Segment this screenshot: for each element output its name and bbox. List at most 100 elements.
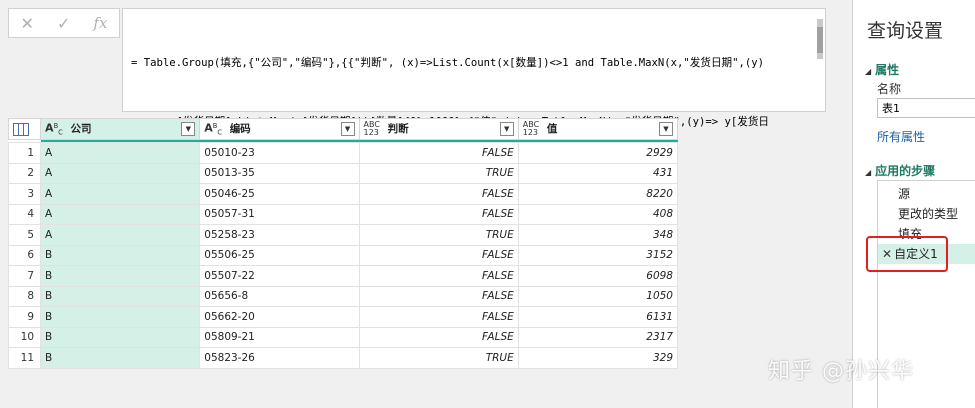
check-icon[interactable]: ✓	[57, 14, 70, 33]
step-changed-type[interactable]: 更改的类型	[878, 204, 975, 224]
table-row[interactable]: 3 A 05046-25 FALSE 8220	[7, 183, 679, 205]
cell-code[interactable]: 05506-25	[199, 244, 360, 266]
table-row[interactable]: 10 B 05809-21 FALSE 2317	[7, 326, 679, 348]
column-header-value[interactable]: ABC 123 值 ▼	[517, 118, 679, 140]
name-label: 名称	[877, 82, 902, 96]
filter-dropdown-icon[interactable]: ▼	[181, 122, 196, 136]
cell-code[interactable]: 05057-31	[199, 203, 360, 225]
cell-code[interactable]: 05507-22	[199, 265, 360, 287]
formula-scroll-thumb[interactable]	[817, 27, 823, 53]
row-number[interactable]: 11	[7, 347, 42, 369]
cell-company[interactable]: B	[40, 244, 201, 266]
column-header-code[interactable]: ABC 编码 ▼	[199, 118, 360, 140]
data-grid: ABC 公司 ▼ ABC 编码 ▼ ABC123 判断 ▼ ABC123 值	[7, 118, 679, 369]
highlight-box	[866, 236, 948, 272]
cell-value[interactable]: 2929	[517, 142, 679, 164]
text-type-icon: ABC	[45, 121, 63, 137]
cell-value[interactable]: 6098	[517, 265, 679, 287]
table-row[interactable]: 7 B 05507-22 FALSE 6098	[7, 265, 679, 287]
cell-value[interactable]: 408	[517, 203, 679, 225]
table-row[interactable]: 2 A 05013-35 TRUE 431	[7, 162, 679, 184]
cell-company[interactable]: B	[40, 265, 201, 287]
cell-company[interactable]: A	[40, 162, 201, 184]
column-label: 编码	[229, 123, 251, 136]
cell-code[interactable]: 05823-26	[199, 347, 360, 369]
filter-dropdown-icon[interactable]: ▼	[499, 122, 514, 136]
cell-judge[interactable]: FALSE	[358, 203, 519, 225]
column-header-company[interactable]: ABC 公司 ▼	[40, 118, 201, 140]
table-row[interactable]: 1 A 05010-23 FALSE 2929	[7, 142, 679, 164]
row-number[interactable]: 5	[7, 224, 42, 246]
row-number[interactable]: 4	[7, 203, 42, 225]
table-row[interactable]: 5 A 05258-23 TRUE 348	[7, 224, 679, 246]
cell-judge[interactable]: FALSE	[358, 285, 519, 307]
cell-judge[interactable]: TRUE	[358, 162, 519, 184]
table-row[interactable]: 8 B 05656-8 FALSE 1050	[7, 285, 679, 307]
cell-judge[interactable]: FALSE	[358, 326, 519, 348]
cell-company[interactable]: A	[40, 224, 201, 246]
column-label: 判断	[387, 123, 409, 135]
cell-code[interactable]: 05662-20	[199, 306, 360, 328]
row-number[interactable]: 1	[7, 142, 42, 164]
close-icon[interactable]: ✕	[21, 14, 34, 33]
all-properties-link[interactable]: 所有属性	[877, 128, 925, 145]
formula-bar[interactable]: = Table.Group(填充,{"公司","编码"},{{"判断", (x)…	[122, 8, 826, 186]
cell-value[interactable]: 3152	[517, 244, 679, 266]
row-number[interactable]: 7	[7, 265, 42, 287]
cell-value[interactable]: 431	[517, 162, 679, 184]
cell-company[interactable]: B	[40, 306, 201, 328]
properties-header[interactable]: 属性	[865, 61, 899, 78]
column-label: 值	[546, 123, 558, 135]
formula-icons: ✕ ✓ fx	[8, 8, 120, 38]
cell-code[interactable]: 05258-23	[199, 224, 360, 246]
cell-judge[interactable]: FALSE	[358, 183, 519, 205]
cell-value[interactable]: 8220	[517, 183, 679, 205]
cell-value[interactable]: 2317	[517, 326, 679, 348]
row-number[interactable]: 6	[7, 244, 42, 266]
cell-company[interactable]: B	[40, 347, 201, 369]
fx-icon[interactable]: fx	[93, 14, 107, 32]
row-number[interactable]: 8	[7, 285, 42, 307]
cell-code[interactable]: 05656-8	[199, 285, 360, 307]
cell-value[interactable]: 329	[517, 347, 679, 369]
cell-judge[interactable]: FALSE	[358, 306, 519, 328]
cell-company[interactable]: A	[40, 203, 201, 225]
cell-judge[interactable]: TRUE	[358, 347, 519, 369]
cell-code[interactable]: 05046-25	[199, 183, 360, 205]
table-icon	[13, 122, 29, 136]
filter-dropdown-icon[interactable]: ▼	[659, 122, 673, 136]
cell-judge[interactable]: TRUE	[358, 224, 519, 246]
formula-line-1: = Table.Group(填充,{"公司","编码"},{{"判断", (x)…	[131, 57, 765, 69]
table-row[interactable]: 4 A 05057-31 FALSE 408	[7, 203, 679, 225]
cell-judge[interactable]: FALSE	[358, 265, 519, 287]
cell-code[interactable]: 05809-21	[199, 326, 360, 348]
editor-area: ✕ ✓ fx = Table.Group(填充,{"公司","编码"},{{"判…	[0, 0, 852, 408]
query-name-input[interactable]	[877, 98, 975, 118]
row-number[interactable]: 10	[7, 326, 42, 348]
text-type-icon: ABC	[204, 121, 223, 137]
cell-code[interactable]: 05010-23	[199, 142, 360, 164]
cell-value[interactable]: 1050	[517, 285, 679, 307]
column-header-judge[interactable]: ABC 123 判断 ▼	[358, 118, 519, 140]
cell-company[interactable]: A	[40, 142, 201, 164]
row-number[interactable]: 2	[7, 162, 42, 184]
cell-value[interactable]: 348	[517, 224, 679, 246]
cell-company[interactable]: B	[40, 285, 201, 307]
table-row[interactable]: 6 B 05506-25 FALSE 3152	[7, 244, 679, 266]
any-type-icon: ABC 123	[522, 120, 540, 137]
table-menu-button[interactable]	[7, 118, 42, 140]
table-row[interactable]: 11 B 05823-26 TRUE 329	[7, 347, 679, 369]
cell-value[interactable]: 6131	[517, 306, 679, 328]
cell-company[interactable]: B	[40, 326, 201, 348]
applied-steps-header[interactable]: 应用的步骤	[865, 162, 935, 179]
cell-code[interactable]: 05013-35	[199, 162, 360, 184]
row-number[interactable]: 9	[7, 306, 42, 328]
cell-judge[interactable]: FALSE	[358, 142, 519, 164]
cell-company[interactable]: A	[40, 183, 201, 205]
row-number[interactable]: 3	[7, 183, 42, 205]
cell-judge[interactable]: FALSE	[358, 244, 519, 266]
watermark: 知乎 @孙兴华	[768, 359, 914, 384]
filter-dropdown-icon[interactable]: ▼	[340, 122, 355, 136]
table-row[interactable]: 9 B 05662-20 FALSE 6131	[7, 306, 679, 328]
step-source[interactable]: 源	[878, 184, 975, 204]
